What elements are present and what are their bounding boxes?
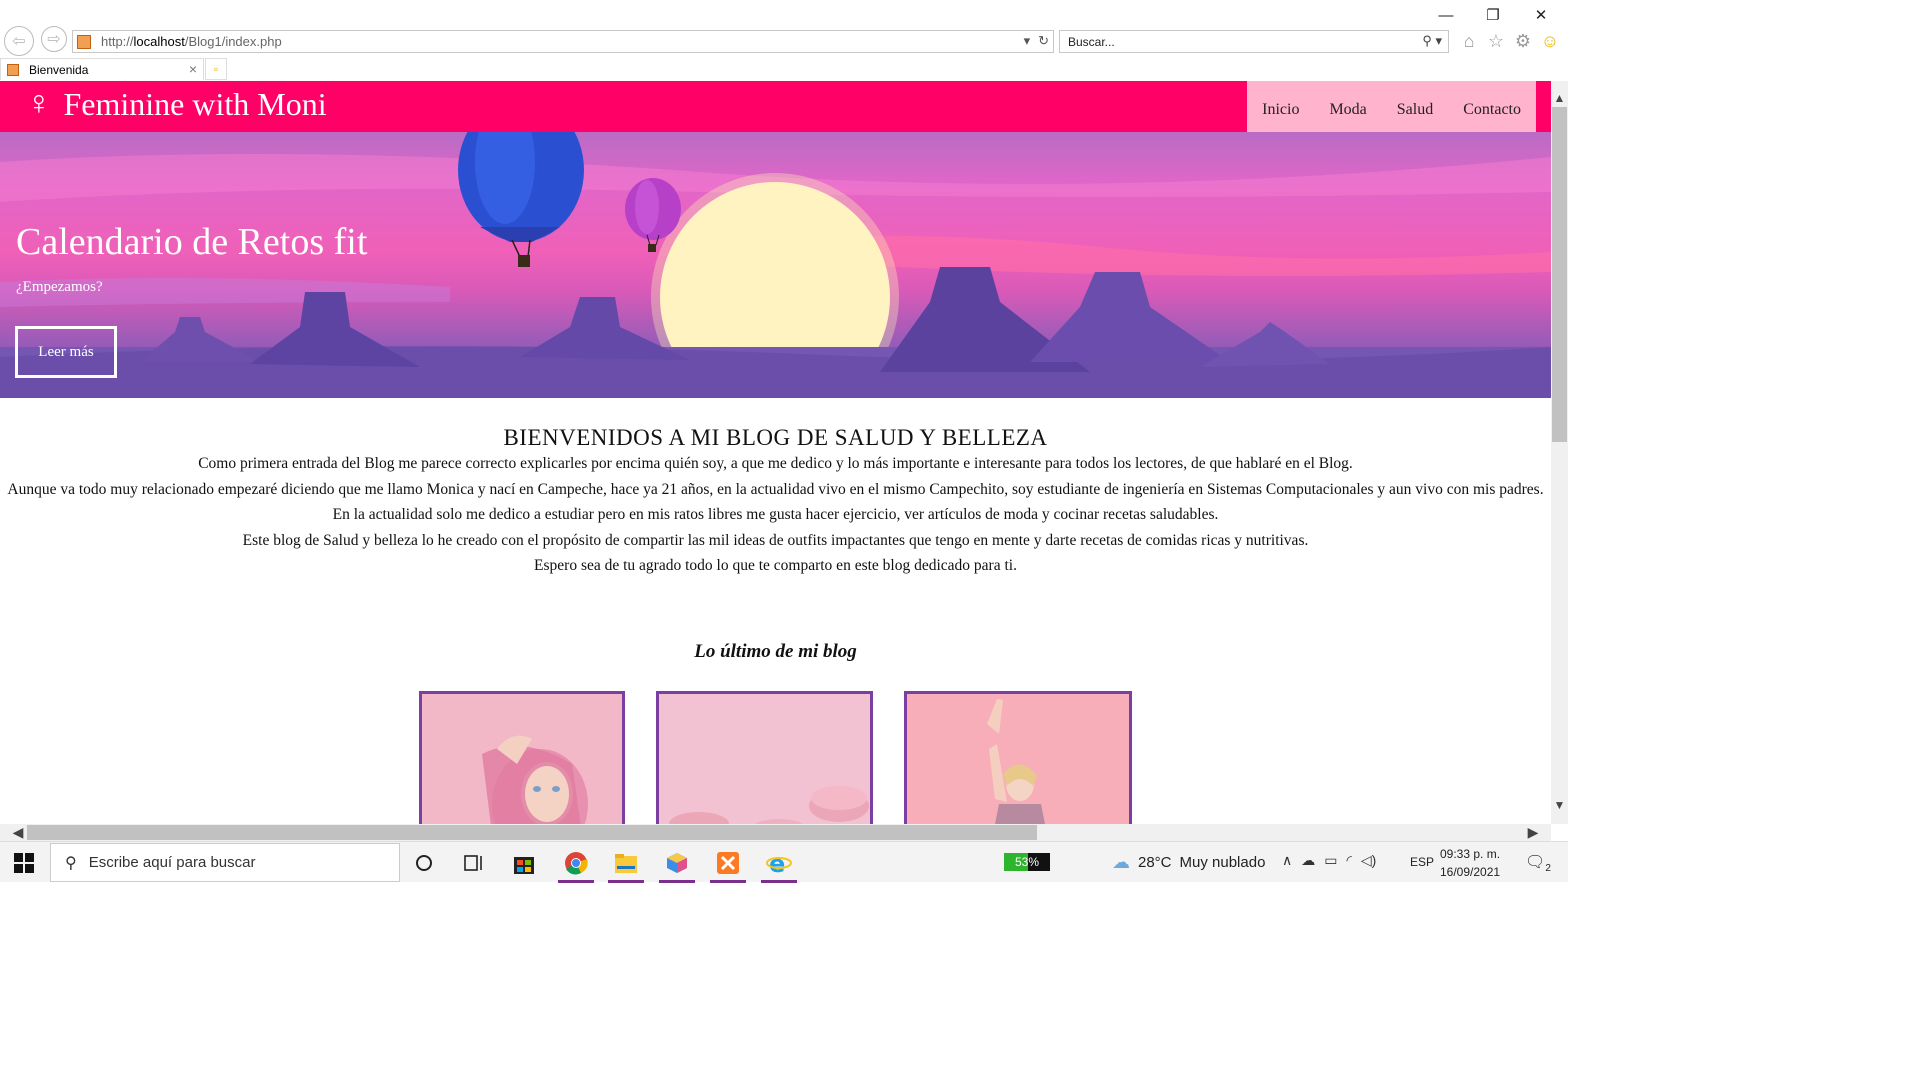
- blog-card-macarons[interactable]: [656, 691, 873, 824]
- chrome-icon[interactable]: [554, 845, 598, 883]
- battery-icon[interactable]: ▭: [1324, 852, 1337, 869]
- nav-inicio[interactable]: Inicio: [1247, 81, 1314, 132]
- clock-date: 16/09/2021: [1440, 865, 1501, 879]
- nav-salud[interactable]: Salud: [1382, 81, 1448, 132]
- task-view-icon[interactable]: [452, 845, 496, 881]
- system-tray: ∧ ☁ ▭ ◜ ◁): [1282, 852, 1376, 869]
- taskbar: ⚲ Escribe aquí para buscar e 53% ☁ 28°C …: [0, 841, 1568, 883]
- close-tab-icon[interactable]: ×: [189, 61, 197, 77]
- 3d-app-icon[interactable]: [655, 845, 699, 883]
- volume-icon[interactable]: ◁): [1361, 852, 1376, 869]
- pink-hair-portrait-image: [422, 694, 622, 824]
- site-header: ♀ Feminine with Moni Inicio Moda Salud C…: [0, 81, 1551, 132]
- favorites-star-icon[interactable]: ☆: [1485, 30, 1507, 52]
- clock-time: 09:33 p. m.: [1440, 847, 1501, 861]
- battery-percent: 53%: [1014, 855, 1040, 869]
- read-more-button[interactable]: Leer más: [15, 326, 117, 378]
- browser-tab[interactable]: Bienvenida ×: [0, 58, 204, 80]
- weather-description: Muy nublado: [1179, 854, 1266, 871]
- svg-text:e: e: [769, 851, 785, 875]
- search-placeholder: Buscar...: [1068, 34, 1115, 49]
- blog-card-fitness[interactable]: [904, 691, 1132, 824]
- new-tab-button[interactable]: ▫: [205, 58, 227, 80]
- minimize-button[interactable]: —: [1423, 4, 1469, 26]
- intro-paragraph: Aunque va todo muy relacionado empezaré …: [7, 480, 1544, 498]
- horizontal-scroll-thumb[interactable]: [27, 825, 1037, 840]
- vertical-scrollbar[interactable]: ▲ ▼: [1551, 81, 1568, 824]
- scroll-right-icon[interactable]: ▶: [1523, 824, 1543, 841]
- blog-card-pink-hair[interactable]: [419, 691, 625, 824]
- site-title[interactable]: ♀ Feminine with Moni: [26, 85, 327, 123]
- nav-contacto[interactable]: Contacto: [1448, 81, 1536, 132]
- tab-title: Bienvenida: [29, 62, 89, 77]
- vertical-scroll-thumb[interactable]: [1552, 107, 1567, 442]
- wifi-icon[interactable]: ◜: [1346, 852, 1351, 869]
- hero-title: Calendario de Retos fit: [16, 221, 368, 263]
- scroll-up-icon[interactable]: ▲: [1551, 89, 1568, 107]
- onedrive-cloud-icon[interactable]: ☁: [1301, 852, 1315, 869]
- intro-paragraph: Espero sea de tu agrado todo lo que te c…: [534, 557, 1017, 574]
- cortana-icon[interactable]: [402, 845, 446, 881]
- address-bar[interactable]: http://localhost/Blog1/index.php ▾ ↻: [72, 30, 1054, 53]
- xampp-icon[interactable]: [706, 845, 750, 883]
- windows-start-icon[interactable]: [14, 853, 34, 873]
- notifications-icon[interactable]: 🗨2: [1525, 852, 1551, 874]
- pink-macarons-image: [659, 694, 870, 824]
- intro-paragraph: Como primera entrada del Blog me parece …: [198, 455, 1353, 472]
- tab-favicon-icon: [7, 63, 19, 76]
- back-button[interactable]: ⇦: [4, 26, 34, 56]
- main-nav: Inicio Moda Salud Contacto: [1247, 81, 1536, 132]
- settings-gear-icon[interactable]: ⚙: [1512, 30, 1534, 52]
- hero-subtitle: ¿Empezamos?: [16, 279, 103, 295]
- battery-indicator: 53%: [1004, 853, 1050, 871]
- weather-widget[interactable]: ☁ 28°C Muy nublado: [1112, 852, 1265, 873]
- refresh-icon[interactable]: ↻: [1038, 33, 1049, 49]
- venus-symbol-icon: ♀: [26, 85, 52, 122]
- nav-moda[interactable]: Moda: [1314, 81, 1381, 132]
- clock[interactable]: 09:33 p. m. 16/09/2021: [1440, 845, 1500, 881]
- search-icon[interactable]: ⚲ ▾: [1422, 33, 1442, 49]
- hero-illustration: [0, 132, 1551, 398]
- taskbar-search-input[interactable]: ⚲ Escribe aquí para buscar: [50, 843, 400, 882]
- notification-count: 2: [1545, 863, 1551, 875]
- scroll-down-icon[interactable]: ▼: [1551, 796, 1568, 814]
- language-indicator[interactable]: ESP: [1410, 855, 1434, 869]
- restore-button[interactable]: ❐: [1470, 4, 1516, 26]
- intro-paragraph: Este blog de Salud y belleza lo he cread…: [242, 531, 1309, 549]
- intro-paragraph: En la actualidad solo me dedico a estudi…: [332, 506, 1219, 523]
- home-icon[interactable]: ⌂: [1458, 30, 1480, 52]
- page-viewport: ♀ Feminine with Moni Inicio Moda Salud C…: [0, 81, 1551, 824]
- internet-explorer-icon[interactable]: e: [757, 845, 801, 883]
- close-window-button[interactable]: ✕: [1518, 4, 1564, 26]
- site-title-text: Feminine with Moni: [63, 85, 327, 122]
- browser-chrome: — ❐ ✕ ⇦ ⇨ http://localhost/Blog1/index.p…: [0, 0, 1568, 81]
- temperature: 28°C: [1138, 854, 1172, 871]
- store-icon[interactable]: [502, 845, 546, 881]
- dropdown-arrow-icon[interactable]: ▾: [1024, 33, 1031, 49]
- file-explorer-icon[interactable]: [604, 845, 648, 883]
- scroll-left-icon[interactable]: ◀: [8, 824, 28, 841]
- search-icon: ⚲: [65, 854, 77, 872]
- horizontal-scrollbar[interactable]: ◀ ▶: [0, 824, 1551, 841]
- url-prefix: http://: [101, 34, 134, 49]
- forward-arrow-icon: ⇨: [47, 31, 61, 48]
- cloudy-weather-icon: ☁: [1112, 852, 1130, 872]
- fitness-woman-image: [907, 694, 1129, 824]
- feedback-smiley-icon[interactable]: ☺: [1539, 30, 1561, 52]
- hero-banner: Calendario de Retos fit ¿Empezamos? Leer…: [0, 132, 1551, 398]
- xampp-favicon-icon: [77, 34, 91, 49]
- intro-section: BIENVENIDOS A MI BLOG DE SALUD Y BELLEZA…: [0, 425, 1551, 579]
- url-host: localhost: [133, 34, 185, 49]
- new-tab-icon: ▫: [213, 62, 219, 76]
- back-arrow-icon: ⇦: [12, 33, 26, 50]
- browser-search-input[interactable]: Buscar... ⚲ ▾: [1059, 30, 1449, 53]
- intro-heading: BIENVENIDOS A MI BLOG DE SALUD Y BELLEZA: [503, 425, 1048, 450]
- forward-button[interactable]: ⇨: [41, 26, 67, 52]
- taskbar-search-placeholder: Escribe aquí para buscar: [88, 854, 256, 871]
- show-hidden-icons-chevron-icon[interactable]: ∧: [1282, 852, 1292, 869]
- url-path: /Blog1/index.php: [184, 34, 282, 49]
- latest-posts-heading: Lo último de mi blog: [694, 641, 857, 662]
